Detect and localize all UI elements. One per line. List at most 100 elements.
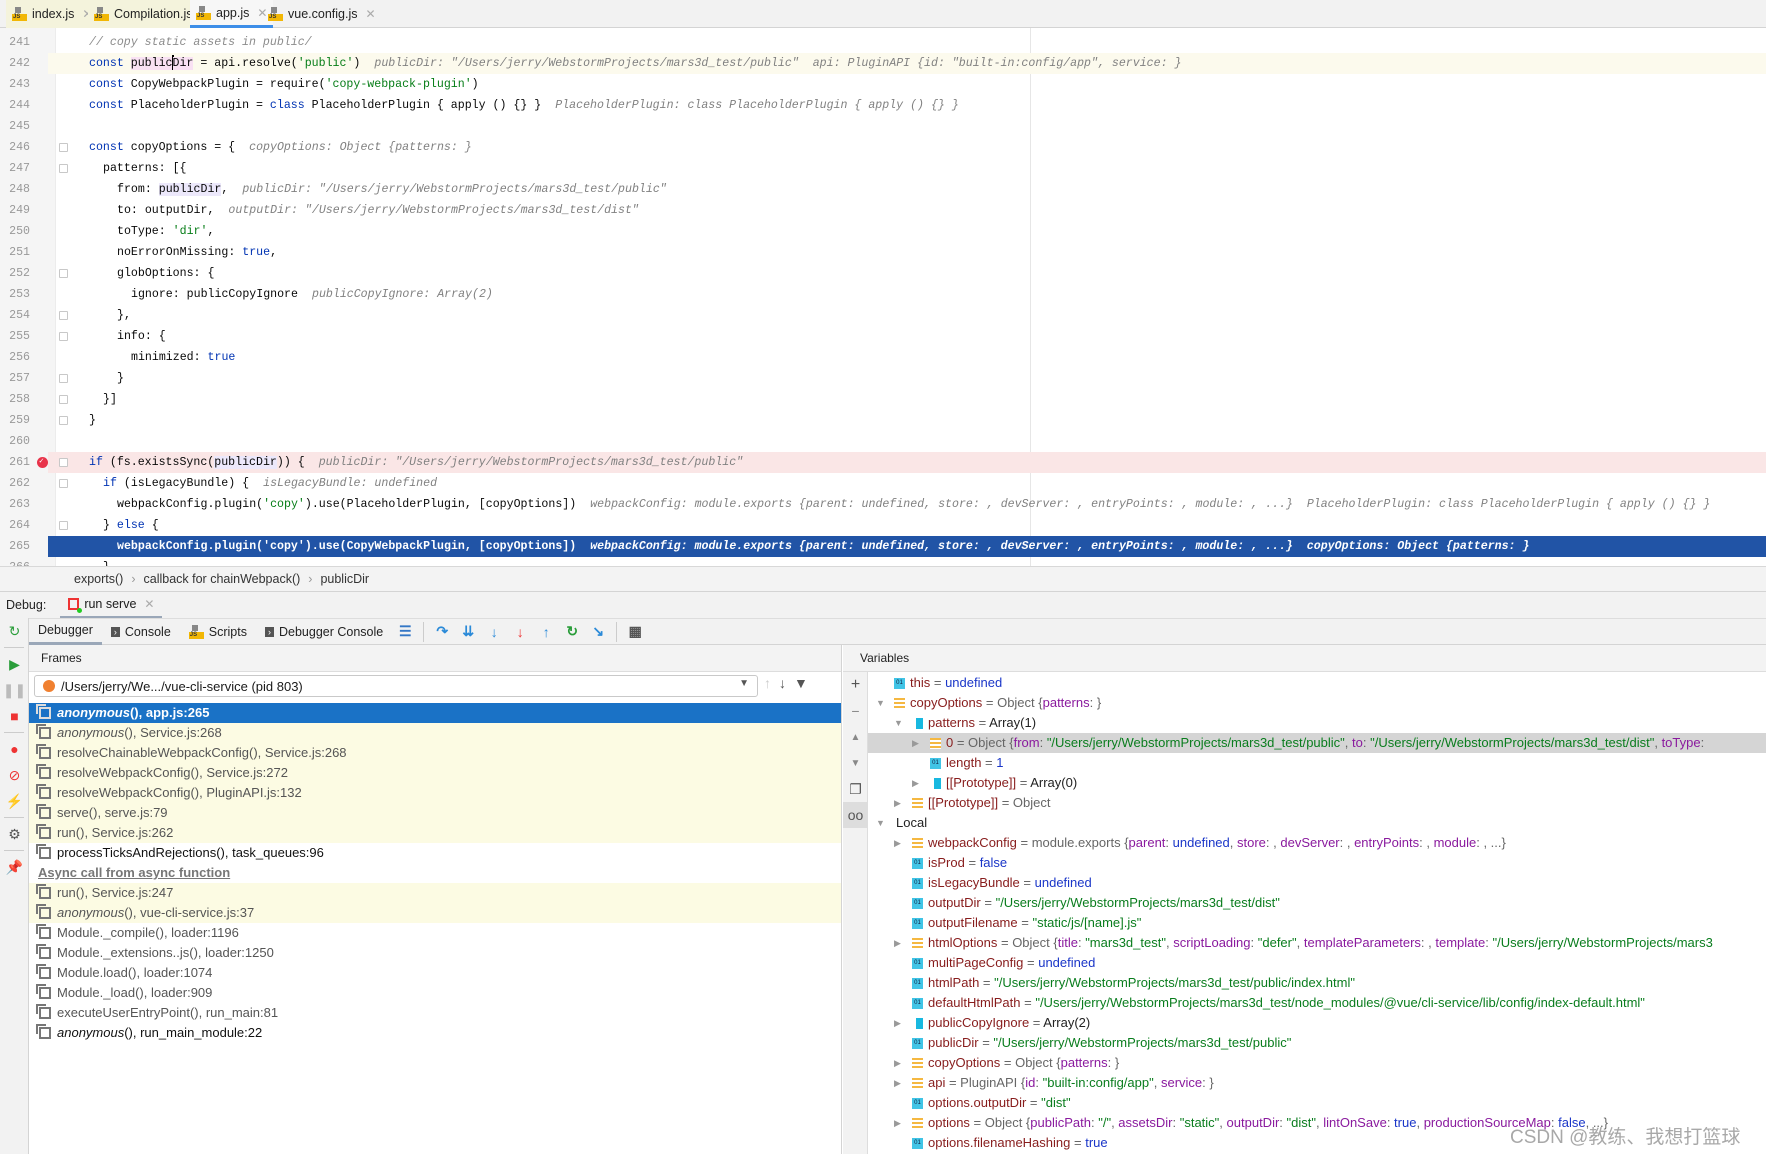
breadcrumb-item[interactable]: publicDir [320,572,369,586]
code-line[interactable]: 255 info: { [0,326,1766,347]
line-number[interactable]: 246 [0,137,30,158]
fold-marker-icon[interactable] [59,332,68,341]
variable-row[interactable]: ▶ api = PluginAPI {id: "built-in:config/a… [868,1073,1766,1093]
stack-frame[interactable]: executeUserEntryPoint (), run_main:81 [29,1003,841,1023]
smart-step-into-icon[interactable]: ↓ [509,621,531,643]
stack-frame[interactable]: run (), Service.js:247 [29,883,841,903]
fold-marker-icon[interactable] [59,374,68,383]
menu-icon[interactable]: ☰ [394,621,416,643]
collapsed-arrow-icon[interactable]: ▶ [894,1073,901,1093]
run-serve-tab[interactable]: run serve ✕ [60,592,163,619]
line-number[interactable]: 244 [0,95,30,116]
stack-frame[interactable]: resolveChainableWebpackConfig (), Service… [29,743,841,763]
variable-row[interactable]: 01 htmlPath = "/Users/jerry/WebstormProje… [868,973,1766,993]
move-down-icon[interactable]: ▼ [843,750,868,776]
stack-frame[interactable]: Module._compile (), loader:1196 [29,923,841,943]
line-number[interactable]: 263 [0,494,30,515]
breadcrumb-item[interactable]: exports() [74,572,123,586]
fold-marker-icon[interactable] [59,143,68,152]
variable-row[interactable]: 01 isLegacyBundle = undefined [868,873,1766,893]
lightning-icon[interactable]: ⚡ [0,788,29,814]
move-up-icon[interactable]: ▲ [843,724,868,750]
code-line[interactable]: 258}] [0,389,1766,410]
settings-icon[interactable]: ⚙ [0,821,29,847]
stack-frame[interactable]: anonymous (), vue-cli-service.js:37 [29,903,841,923]
tab-scripts[interactable]: Scripts [180,619,256,645]
copy-icon[interactable]: ❐ [843,776,868,802]
code-line[interactable]: 251 noErrorOnMissing: true, [0,242,1766,263]
collapsed-arrow-icon[interactable]: ▶ [912,733,919,753]
line-number[interactable]: 258 [0,389,30,410]
code-line[interactable]: 265 webpackConfig.plugin('copy').use(Copy… [0,536,1766,557]
stack-frame[interactable]: Module._extensions..js (), loader:1250 [29,943,841,963]
expanded-arrow-icon[interactable]: ▼ [894,713,903,733]
line-number[interactable]: 257 [0,368,30,389]
breakpoint-icon[interactable] [37,451,48,472]
variable-row[interactable]: ▶ copyOptions = Object {patterns: } [868,1053,1766,1073]
code-line[interactable]: 254}, [0,305,1766,326]
line-number[interactable]: 252 [0,263,30,284]
tab-index-js[interactable]: index.js✕ [6,0,99,28]
step-out-icon[interactable]: ↑ [535,621,557,643]
stack-frame[interactable]: anonymous (), app.js:265 [29,703,841,723]
line-number[interactable]: 259 [0,410,30,431]
stop-icon[interactable]: ■ [0,703,29,729]
collapsed-arrow-icon[interactable]: ▶ [894,1053,901,1073]
variable-row[interactable]: ▶ webpackConfig = module.exports {parent:… [868,833,1766,853]
code-line[interactable]: 249 to: outputDir, outputDir: "/Users/jerr… [0,200,1766,221]
force-step-into-icon[interactable]: ↓ [483,621,505,643]
code-line[interactable]: 266} [0,557,1766,566]
resume-icon[interactable]: ▶ [0,651,29,677]
variable-row[interactable]: 01 publicDir = "/Users/jerry/WebstormProj… [868,1033,1766,1053]
stack-frame[interactable]: resolveWebpackConfig (), Service.js:272 [29,763,841,783]
variable-row[interactable]: ▼ Local [868,813,1766,833]
line-number[interactable]: 260 [0,431,30,452]
code-line[interactable]: 263 webpackConfig.plugin('copy').use(Plac… [0,494,1766,515]
code-line[interactable]: 257} [0,368,1766,389]
stack-frame[interactable]: run (), Service.js:262 [29,823,841,843]
code-line[interactable]: 248 from: publicDir, publicDir: "/Users/je… [0,179,1766,200]
stack-frame[interactable]: resolveWebpackConfig (), PluginAPI.js:132 [29,783,841,803]
stack-frame[interactable]: Module.load (), loader:1074 [29,963,841,983]
code-line[interactable]: 246 const copyOptions = {copyOptions: Obj… [0,137,1766,158]
code-line[interactable]: 262 if (isLegacyBundle) {isLegacyBundle: … [0,473,1766,494]
line-number[interactable]: 245 [0,116,30,137]
variable-row[interactable]: ▶ [[Prototype]] = Array(0) [868,773,1766,793]
line-number[interactable]: 256 [0,347,30,368]
code-line[interactable]: 256 minimized: true [0,347,1766,368]
line-number[interactable]: 254 [0,305,30,326]
expanded-arrow-icon[interactable]: ▼ [876,693,885,713]
line-number[interactable]: 265 [0,536,30,557]
line-number[interactable]: 242 [0,53,30,74]
add-watch-icon[interactable]: + [843,672,868,698]
line-number[interactable]: 255 [0,326,30,347]
fold-marker-icon[interactable] [59,395,68,404]
variable-row[interactable]: 01 length = 1 [868,753,1766,773]
code-line[interactable]: 253 ignore: publicCopyIgnore publicCopyIgn… [0,284,1766,305]
filter-icon[interactable]: ▼ [794,675,808,691]
code-line[interactable]: 259} [0,410,1766,431]
tab-debugger-console[interactable]: › Debugger Console [256,619,392,645]
collapsed-arrow-icon[interactable]: ▶ [894,1013,901,1033]
line-number[interactable]: 243 [0,74,30,95]
fold-marker-icon[interactable] [59,479,68,488]
step-over-icon[interactable]: ↷ [431,621,453,643]
fold-marker-icon[interactable] [59,416,68,425]
variable-row[interactable]: 01 isProd = false [868,853,1766,873]
line-number[interactable]: 266 [0,557,30,566]
line-number[interactable]: 248 [0,179,30,200]
pin-icon[interactable]: 📌 [0,854,29,880]
step-into-icon[interactable]: ⇊ [457,621,479,643]
restart-frame-icon[interactable]: ↻ [561,621,583,643]
watches-glasses-icon[interactable]: oo [843,802,868,828]
stack-frame[interactable]: anonymous (), run_main_module:22 [29,1023,841,1043]
code-line[interactable]: 243 const CopyWebpackPlugin = require('co… [0,74,1766,95]
stack-frame[interactable]: serve (), serve.js:79 [29,803,841,823]
mute-breakpoints-icon[interactable]: ⊘ [0,762,29,788]
variable-row[interactable]: 01 outputDir = "/Users/jerry/WebstormProj… [868,893,1766,913]
line-number[interactable]: 261 [0,452,30,473]
variable-row[interactable]: ▶ 0 = Object {from: "/Users/jerry/Webstor… [868,733,1766,753]
code-line[interactable]: 242 const publicDir = api.resolve('public… [0,53,1766,74]
line-number[interactable]: 250 [0,221,30,242]
thread-selector[interactable]: /Users/jerry/We.../vue-cli-service (pid … [34,675,758,697]
